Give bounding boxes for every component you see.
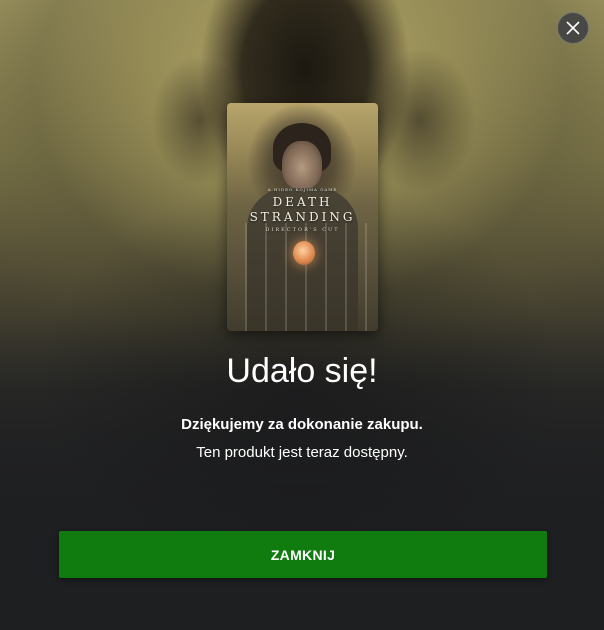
dialog-title: Udało się!: [226, 352, 378, 390]
close-icon: [566, 21, 580, 35]
close-button[interactable]: ZAMKNIJ: [59, 531, 547, 578]
cover-art-strands: [227, 223, 378, 331]
cover-title-line3: DIRECTOR'S CUT: [265, 227, 340, 233]
purchase-success-dialog: A HIDEO KOJIMA GAME DEATH STRANDING DIRE…: [0, 0, 604, 630]
cover-art-orb: [293, 241, 315, 265]
cover-title-line1: DEATH: [272, 195, 333, 209]
cover-kicker-text: A HIDEO KOJIMA GAME: [267, 187, 338, 192]
cover-title-line2: STRANDING: [249, 210, 356, 224]
product-cover-image: A HIDEO KOJIMA GAME DEATH STRANDING DIRE…: [227, 103, 378, 331]
cover-art-face: [282, 141, 322, 189]
availability-message: Ten produkt jest teraz dostępny.: [196, 444, 408, 461]
close-dialog-button[interactable]: [557, 12, 589, 44]
thank-you-text: Dziękujemy za dokonanie zakupu.: [181, 416, 423, 433]
